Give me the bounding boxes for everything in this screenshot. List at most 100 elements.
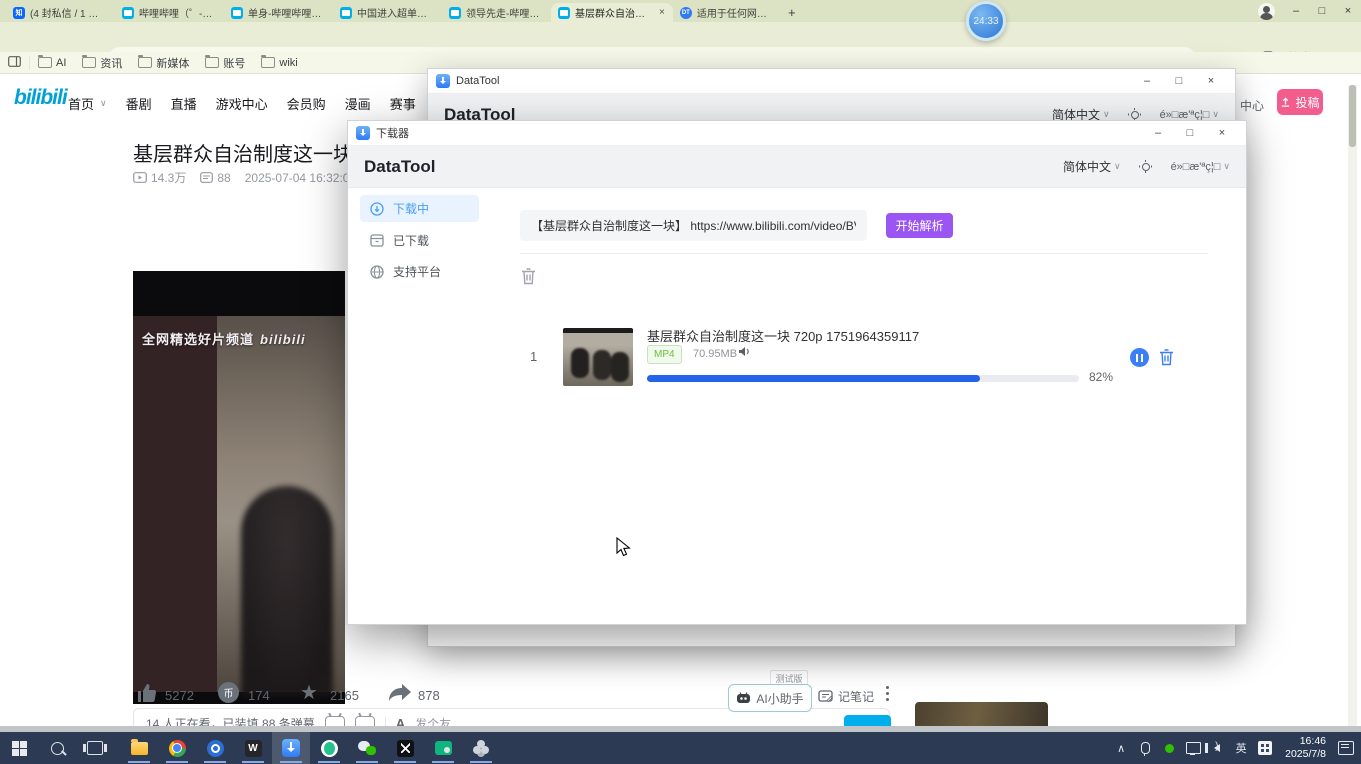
browser-tab-danshen[interactable]: 单身-哔哩哔哩_bilibili	[224, 3, 333, 22]
bookmark-folder-zhanghao[interactable]: 账号	[197, 52, 253, 74]
clear-list-trash-icon[interactable]	[520, 267, 537, 286]
delete-item-trash-icon[interactable]	[1158, 348, 1175, 372]
close-button[interactable]: ×	[1195, 70, 1227, 92]
browser-tab-zhihu[interactable]: 知 (4 封私信 / 1 条消息)	[6, 3, 115, 22]
browser-tab-extension[interactable]: DT 适用于任何网站的快速	[673, 3, 782, 22]
page-scrollbar[interactable]	[1348, 85, 1357, 726]
bookmark-folder-zixun[interactable]: 资讯	[74, 52, 130, 74]
like-button[interactable]	[135, 682, 159, 709]
tray-wechat-icon[interactable]	[1158, 732, 1180, 764]
language-selector[interactable]: 简体中文∨	[1063, 158, 1121, 175]
downloader-titlebar[interactable]: 下载器 – □ ×	[348, 121, 1246, 146]
bookmark-folder-xinmeiti[interactable]: 新媒体	[130, 52, 197, 74]
bookmark-label: 账号	[223, 55, 245, 71]
chrome-icon	[169, 740, 186, 757]
tab-close-icon[interactable]: ×	[658, 7, 666, 18]
theme-sun-icon[interactable]	[1139, 160, 1153, 174]
profile-avatar[interactable]	[1258, 3, 1275, 20]
take-notes-button[interactable]: 记笔记	[818, 688, 874, 705]
browser-close-button[interactable]: ×	[1335, 1, 1361, 21]
nav-esports[interactable]: 赛事	[390, 94, 416, 113]
nav-home[interactable]: 首页∨	[68, 94, 107, 113]
floating-timer-widget[interactable]: 24:33	[966, 1, 1006, 41]
player-app-button[interactable]	[196, 732, 234, 764]
taskbar-clock[interactable]: 16:46 2025/7/8	[1278, 735, 1333, 761]
coin-button[interactable]: 币	[218, 682, 239, 703]
browser-tab-lingdao[interactable]: 领导先走-哔哩哔哩_b	[442, 3, 551, 22]
video-player[interactable]: 全网精选好片频道bilibili	[133, 271, 345, 704]
tray-expand-icon[interactable]: ∧	[1110, 732, 1132, 764]
player-person-silhouette	[241, 486, 333, 696]
maximize-button[interactable]: □	[1174, 122, 1206, 144]
sidebar-item-supported-platforms[interactable]: 支持平台	[360, 258, 479, 285]
taskbar: W ∧ 英 16:46 2025/7/8	[0, 732, 1361, 764]
download-item-thumbnail	[563, 328, 633, 386]
volume-icon[interactable]	[1206, 732, 1228, 764]
browser-tab-zhongguo[interactable]: 中国进入超单身时代_	[333, 3, 442, 22]
share-button[interactable]	[388, 683, 412, 708]
theme-mode-selector[interactable]: é»□æ'ªç¦□∨	[1160, 109, 1219, 121]
wps-icon: W	[245, 740, 262, 757]
flower-app-button[interactable]	[462, 732, 500, 764]
wechat-button[interactable]	[348, 732, 386, 764]
sidebar-item-downloading[interactable]: 下载中	[360, 195, 479, 222]
ai-assistant-button[interactable]: AI小助手	[728, 684, 812, 712]
side-panel-icon[interactable]	[0, 54, 29, 72]
file-explorer-button[interactable]	[120, 732, 158, 764]
browser-tab-active[interactable]: 基层群众自治制度 ×	[551, 3, 673, 22]
new-tab-button[interactable]: +	[782, 3, 802, 22]
favorite-star-icon[interactable]: ★	[300, 680, 318, 705]
nav-vip-shop[interactable]: 会员购	[287, 94, 326, 113]
nav-manga[interactable]: 漫画	[345, 94, 371, 113]
start-button[interactable]	[0, 732, 38, 764]
wps-button[interactable]: W	[234, 732, 272, 764]
upload-button[interactable]: 投稿	[1277, 89, 1323, 115]
coin-count: 174	[248, 688, 270, 703]
browser-minimize-button[interactable]: –	[1283, 1, 1309, 21]
minimize-button[interactable]: –	[1142, 122, 1174, 144]
start-parse-button[interactable]: 开始解析	[886, 213, 953, 238]
sidebar-item-downloaded[interactable]: 已下载	[360, 227, 479, 254]
bookmark-folder-wiki[interactable]: wiki	[253, 52, 305, 74]
favorite-count: 2165	[330, 688, 359, 703]
tab-label: 中国进入超单身时代_	[357, 5, 435, 20]
nav-bangumi[interactable]: 番剧	[126, 94, 152, 113]
downloader-window: 下载器 – □ × DataTool 简体中文∨ é»□æ'ªç¦□∨ 下载中 …	[347, 120, 1247, 625]
capcut-button[interactable]	[386, 732, 424, 764]
video-url-input[interactable]	[520, 210, 867, 241]
browser-tab-bilibili-home[interactable]: 哔哩哔哩（゜-゜）つロ	[115, 3, 224, 22]
ime-indicator[interactable]: 英	[1230, 732, 1252, 764]
bookmark-folder-ai[interactable]: AI	[30, 52, 74, 74]
microphone-icon[interactable]	[1134, 732, 1156, 764]
nav-live[interactable]: 直播	[171, 94, 197, 113]
more-options-icon[interactable]	[886, 686, 889, 689]
ime-grid-icon[interactable]	[1254, 732, 1276, 764]
datatool-taskbar-button[interactable]	[272, 732, 310, 764]
close-button[interactable]: ×	[1206, 122, 1238, 144]
display-icon[interactable]	[1182, 732, 1204, 764]
task-view-button[interactable]	[76, 732, 114, 764]
windows-logo-icon	[12, 741, 27, 756]
flower-app-icon	[473, 740, 489, 756]
taskbar-search-button[interactable]	[38, 732, 76, 764]
browser-window-controls: – □ ×	[1258, 0, 1361, 22]
chrome-button[interactable]	[158, 732, 196, 764]
maximize-button[interactable]: □	[1163, 70, 1195, 92]
nav-game-center[interactable]: 游戏中心	[216, 94, 268, 113]
pause-button[interactable]	[1130, 348, 1149, 367]
like-count: 5272	[165, 688, 194, 703]
green-app-button[interactable]	[310, 732, 348, 764]
meeting-app-button[interactable]	[424, 732, 462, 764]
nav-center-partial[interactable]: 中心	[1240, 97, 1264, 114]
danmaku-icon	[200, 172, 213, 183]
datatool-titlebar[interactable]: DataTool – □ ×	[428, 69, 1235, 94]
theme-mode-selector[interactable]: é»□æ'ªç¦□∨	[1171, 161, 1230, 173]
page-scrollbar-thumb[interactable]	[1349, 85, 1356, 147]
tab-label: 适用于任何网站的快速	[697, 5, 775, 20]
notification-center-icon[interactable]	[1335, 732, 1357, 764]
bilibili-logo[interactable]: bilibili	[14, 86, 67, 110]
folder-icon	[82, 57, 96, 68]
chevron-down-icon: ∨	[1114, 161, 1121, 172]
minimize-button[interactable]: –	[1131, 70, 1163, 92]
browser-maximize-button[interactable]: □	[1309, 1, 1335, 21]
